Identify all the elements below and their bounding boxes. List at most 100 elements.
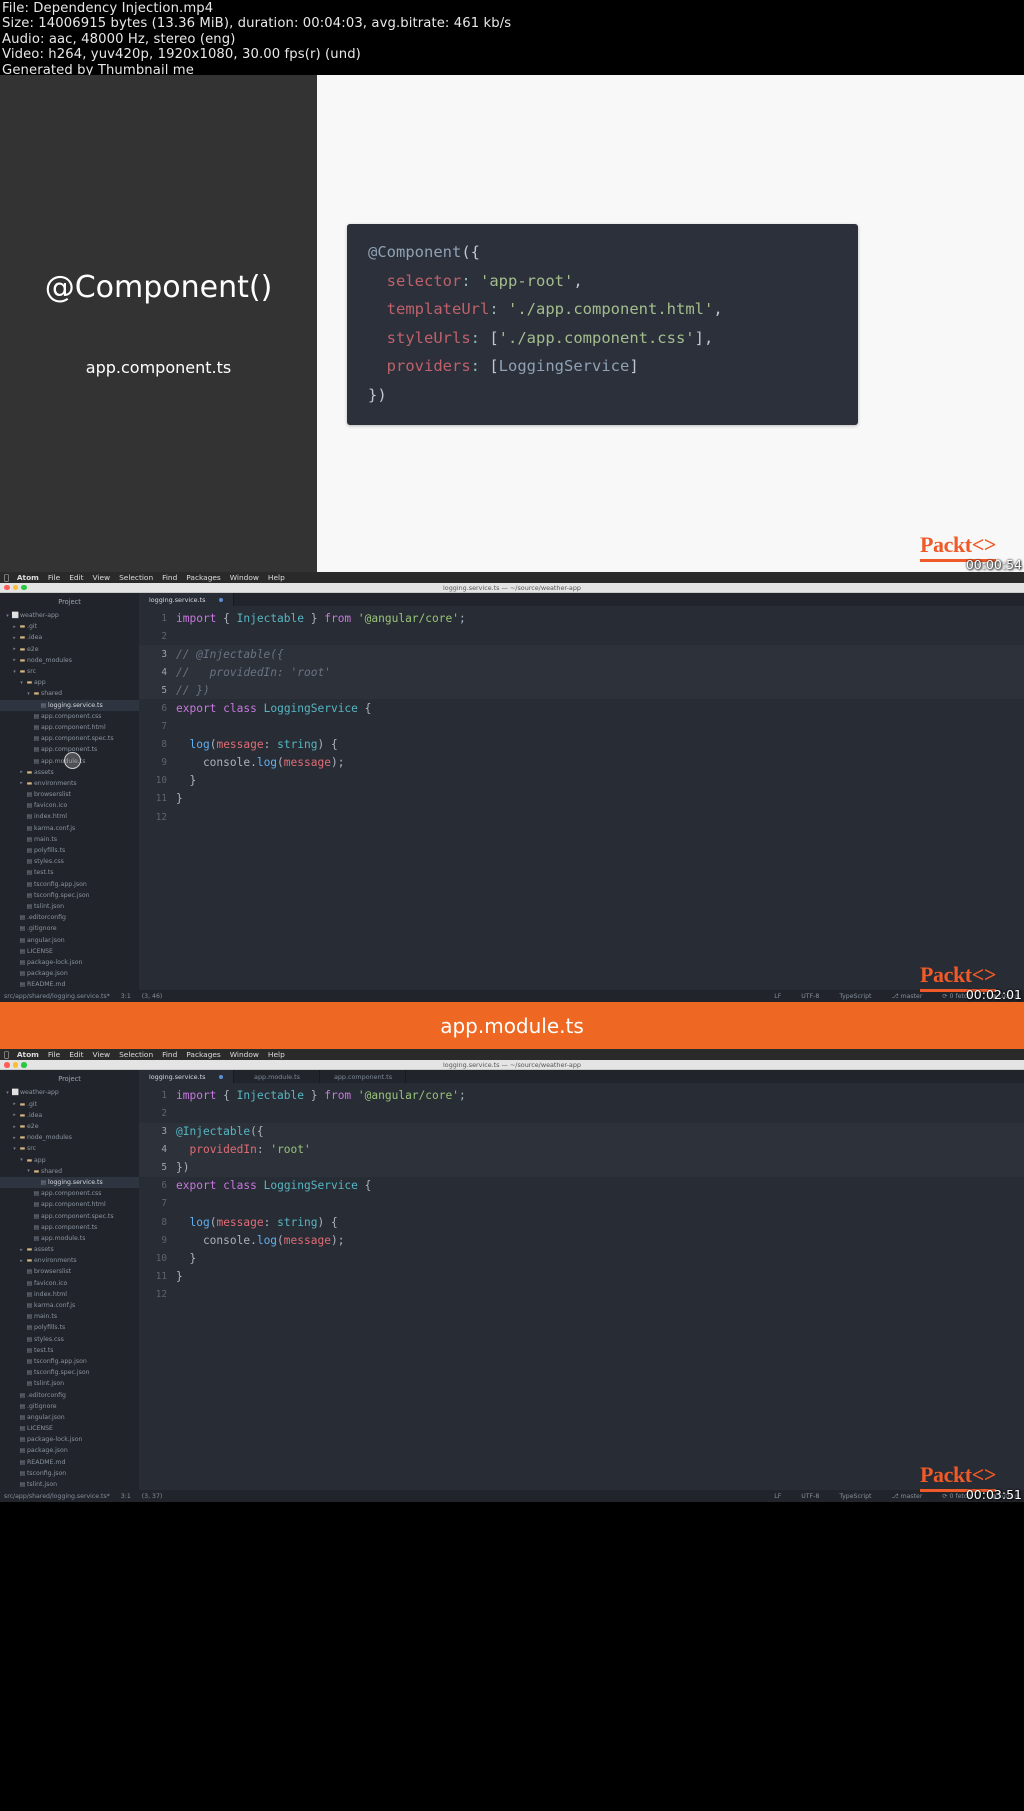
status-cursor-position[interactable]: 3:1 (121, 993, 131, 1000)
tree-folder[interactable]: ▾ ▬ shared (0, 688, 139, 699)
code-editor[interactable]: 1 import { Injectable } from '@angular/co… (139, 1083, 1024, 1303)
status-cursor-position[interactable]: 3:1 (121, 1493, 131, 1500)
menu-item-window[interactable]: Window (230, 1050, 259, 1059)
chevron-right-icon[interactable]: ▸ (11, 1124, 18, 1130)
tree-file[interactable]: ▤ logging.service.ts (0, 699, 139, 711)
code-line[interactable]: 12 (139, 808, 1024, 826)
editor-tab[interactable]: app.module.ts (234, 1070, 321, 1084)
chevron-down-icon[interactable]: ▾ (25, 1168, 32, 1174)
chevron-right-icon[interactable]: ▸ (11, 646, 18, 652)
status-encoding[interactable]: UTF-8 (801, 993, 819, 1000)
tree-folder[interactable]: ▸ ▬ .idea (0, 1110, 139, 1121)
menu-item-find[interactable]: Find (162, 1050, 177, 1059)
tree-file[interactable]: ▤ browserslist (0, 1266, 139, 1277)
code-line[interactable]: 3 @Injectable({ (139, 1122, 1024, 1141)
tree-file[interactable]: ▤ README.md (0, 1457, 139, 1468)
code-line[interactable]: 8 log(message: string) { (139, 1213, 1024, 1231)
code-line[interactable]: 1 import { Injectable } from '@angular/co… (139, 609, 1024, 627)
menu-item-packages[interactable]: Packages (186, 1050, 220, 1059)
tree-file[interactable]: ▤ tsconfig.spec.json (0, 1367, 139, 1378)
apple-logo-icon[interactable]:  (4, 1050, 9, 1059)
chevron-right-icon[interactable]: ▸ (18, 1247, 25, 1253)
status-line-ending[interactable]: LF (774, 1493, 781, 1500)
tree-file[interactable]: ▤ app.component.spec.ts (0, 1210, 139, 1221)
project-tree[interactable]: Project ▾ ⬜ weather-app ▸ ▬ .git ▸ ▬ .idea ▸ ▬ e2e ▸… (0, 1070, 139, 1491)
status-line-ending[interactable]: LF (774, 993, 781, 1000)
tree-file[interactable]: ▤ package.json (0, 968, 139, 979)
code-line[interactable]: 2 (139, 1104, 1024, 1122)
project-tree[interactable]: Project ▾ ⬜ weather-app ▸ ▬ .git ▸ ▬ .idea ▸ ▬ e2e ▸… (0, 593, 139, 991)
tree-file[interactable]: ▤ favicon.ico (0, 1278, 139, 1289)
tree-file[interactable]: ▤ package-lock.json (0, 1434, 139, 1445)
status-grammar[interactable]: TypeScript (839, 1493, 871, 1500)
tree-file[interactable]: ▤ tsconfig.app.json (0, 1356, 139, 1367)
code-line[interactable]: 7 (139, 718, 1024, 736)
status-grammar[interactable]: TypeScript (839, 993, 871, 1000)
tab-bar[interactable]: logging.service.ts (139, 593, 1024, 606)
chevron-right-icon[interactable]: ▸ (18, 769, 25, 775)
tree-folder[interactable]: ▸ ▬ assets (0, 1244, 139, 1255)
chevron-down-icon[interactable]: ▾ (11, 669, 18, 675)
code-line[interactable]: 5}) (139, 1158, 1024, 1177)
tree-file[interactable]: ▤ app.component.css (0, 711, 139, 722)
tree-folder[interactable]: ▾ ▬ src (0, 666, 139, 677)
tree-file[interactable]: ▤ .editorconfig (0, 912, 139, 923)
tree-file[interactable]: ▤ .gitignore (0, 923, 139, 934)
menu-item-edit[interactable]: Edit (69, 1050, 83, 1059)
tree-file[interactable]: ▤ test.ts (0, 867, 139, 878)
tree-folder[interactable]: ▾ ▬ src (0, 1143, 139, 1154)
tree-file[interactable]: ▤ .editorconfig (0, 1389, 139, 1400)
code-line[interactable]: 6 export class LoggingService { (139, 1177, 1024, 1195)
menu-item-find[interactable]: Find (162, 573, 177, 582)
menu-item-selection[interactable]: Selection (119, 573, 153, 582)
code-line[interactable]: 11} (139, 1267, 1024, 1285)
tree-file[interactable]: ▤ tslint.json (0, 1378, 139, 1389)
tree-file[interactable]: ▤ app.module.ts (0, 1233, 139, 1244)
tree-file[interactable]: ▤ app.component.html (0, 722, 139, 733)
tree-file[interactable]: ▤ package-lock.json (0, 957, 139, 968)
code-line[interactable]: 7 (139, 1195, 1024, 1213)
code-editor[interactable]: 1 import { Injectable } from '@angular/co… (139, 606, 1024, 826)
tree-file[interactable]: ▤ README.md (0, 979, 139, 990)
code-line[interactable]: 9 console.log(message); (139, 754, 1024, 772)
chevron-right-icon[interactable]: ▸ (11, 657, 18, 663)
tree-file[interactable]: ▤ main.ts (0, 834, 139, 845)
chevron-right-icon[interactable]: ▸ (11, 1112, 18, 1118)
code-line[interactable]: 5 // }) (139, 681, 1024, 700)
tree-folder[interactable]: ▸ ▬ .git (0, 621, 139, 632)
tree-file[interactable]: ▤ package.json (0, 1445, 139, 1456)
tree-file[interactable]: ▤ test.ts (0, 1345, 139, 1356)
macos-menubar[interactable]:  Atom File Edit View Selection Find Packages W… (0, 1049, 1024, 1061)
tree-folder[interactable]: ▸ ▬ e2e (0, 644, 139, 655)
code-line[interactable]: 10 } (139, 772, 1024, 790)
code-line[interactable]: 12 (139, 1285, 1024, 1303)
status-git-branch[interactable]: ⎇ master (891, 993, 922, 1000)
code-line[interactable]: 9 console.log(message); (139, 1231, 1024, 1249)
tree-folder[interactable]: ▾ ▬ app (0, 1155, 139, 1166)
tree-file[interactable]: ▤ polyfills.ts (0, 1322, 139, 1333)
tree-file[interactable]: ▤ app.component.html (0, 1199, 139, 1210)
code-line[interactable]: 4 // providedIn: 'root' (139, 663, 1024, 682)
chevron-down-icon[interactable]: ▾ (18, 680, 25, 686)
tree-file[interactable]: ▤ styles.css (0, 856, 139, 867)
code-line[interactable]: 10 } (139, 1249, 1024, 1267)
chevron-down-icon[interactable]: ▾ (11, 1146, 18, 1152)
tree-file[interactable]: ▤ karma.conf.js (0, 823, 139, 834)
code-line[interactable]: 6 export class LoggingService { (139, 699, 1024, 717)
status-selection[interactable]: (3, 37) (142, 1493, 163, 1500)
status-git-branch[interactable]: ⎇ master (891, 1493, 922, 1500)
menu-item-atom[interactable]: Atom (17, 573, 39, 582)
code-line[interactable]: 11} (139, 790, 1024, 808)
status-file-path[interactable]: src/app/shared/logging.service.ts* (4, 1493, 110, 1500)
tree-file[interactable]: ▤ tslint.json (0, 901, 139, 912)
code-line[interactable]: 4 providedIn: 'root' (139, 1140, 1024, 1159)
tree-file[interactable]: ▤ tsconfig.spec.json (0, 890, 139, 901)
tree-folder[interactable]: ▾ ▬ app (0, 677, 139, 688)
tree-folder[interactable]: ▾ ▬ shared (0, 1166, 139, 1177)
tree-file[interactable]: ▤ angular.json (0, 1412, 139, 1423)
tree-folder[interactable]: ▸ ▬ .git (0, 1099, 139, 1110)
tree-file[interactable]: ▤ app.component.spec.ts (0, 733, 139, 744)
tree-file[interactable]: ▤ logging.service.ts (0, 1176, 139, 1189)
menu-item-help[interactable]: Help (268, 573, 285, 582)
apple-logo-icon[interactable]:  (4, 573, 9, 582)
